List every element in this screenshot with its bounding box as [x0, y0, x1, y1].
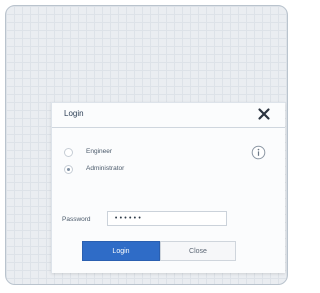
dialog-titlebar: Login: [52, 103, 285, 128]
radio-engineer[interactable]: [64, 148, 73, 157]
info-icon[interactable]: [251, 145, 266, 160]
dialog-title: Login: [64, 109, 84, 118]
login-button[interactable]: Login: [82, 241, 160, 261]
close-button[interactable]: Close: [160, 241, 236, 261]
role-label-administrator: Administrator: [86, 165, 125, 172]
radio-administrator[interactable]: [64, 165, 73, 174]
role-option-administrator[interactable]: Administrator: [64, 164, 264, 176]
close-icon[interactable]: [257, 107, 271, 121]
password-field[interactable]: [107, 211, 227, 226]
role-option-engineer[interactable]: Engineer: [64, 147, 264, 159]
radio-selected-dot: [67, 168, 70, 171]
screen-background: Login Engineer Administrator Password Lo…: [5, 5, 288, 285]
password-label: Password: [62, 216, 91, 223]
login-dialog: Login Engineer Administrator Password Lo…: [51, 102, 285, 273]
role-label-engineer: Engineer: [86, 148, 113, 155]
